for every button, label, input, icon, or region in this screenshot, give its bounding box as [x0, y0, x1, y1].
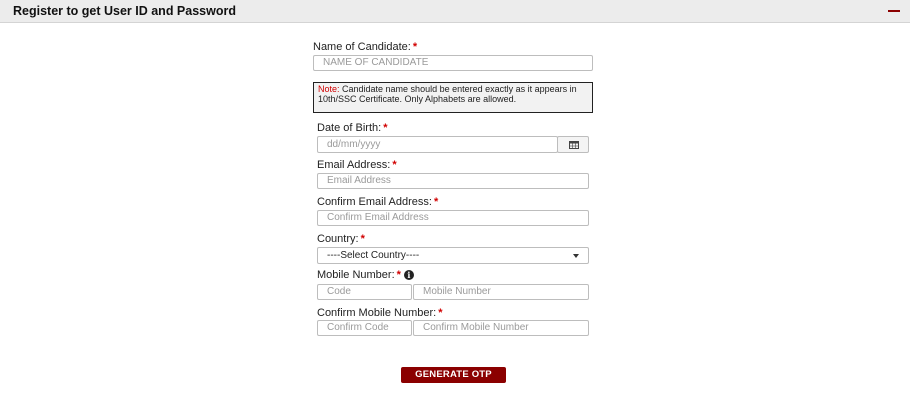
candidate-name-label: Name of Candidate: *: [313, 41, 417, 53]
country-select[interactable]: ----Select Country----: [317, 247, 589, 264]
collapse-minus-icon[interactable]: [886, 1, 902, 21]
panel-header: Register to get User ID and Password: [0, 0, 910, 23]
confirm-email-label: Confirm Email Address: *: [317, 196, 438, 208]
mobile-code-input[interactable]: Code: [317, 284, 412, 300]
country-label-text: Country:: [317, 233, 359, 245]
generate-otp-button[interactable]: GENERATE OTP: [401, 367, 506, 383]
required-asterisk: *: [433, 196, 439, 208]
calendar-icon: [569, 141, 579, 149]
chevron-down-icon: [573, 254, 579, 258]
required-asterisk: *: [396, 269, 401, 281]
candidate-name-input[interactable]: NAME OF CANDIDATE: [313, 55, 593, 71]
panel-title: Register to get User ID and Password: [13, 4, 236, 18]
candidate-name-label-text: Name of Candidate:: [313, 41, 411, 53]
dob-label: Date of Birth: *: [317, 122, 387, 134]
required-asterisk: *: [392, 159, 397, 171]
confirm-mobile-code-input[interactable]: Confirm Code: [317, 320, 412, 336]
email-input[interactable]: Email Address: [317, 173, 589, 189]
info-icon[interactable]: i: [403, 270, 414, 280]
dob-input[interactable]: dd/mm/yyyy: [317, 136, 558, 153]
confirm-email-input[interactable]: Confirm Email Address: [317, 210, 589, 226]
country-selected-value: ----Select Country----: [327, 250, 420, 261]
required-asterisk: *: [438, 307, 443, 319]
confirm-email-label-text: Confirm Email Address:: [317, 196, 432, 208]
confirm-mobile-label-text: Confirm Mobile Number:: [317, 307, 437, 319]
confirm-mobile-label: Confirm Mobile Number: *: [317, 307, 442, 319]
calendar-button[interactable]: [557, 136, 589, 153]
name-note: Note: Candidate name should be entered e…: [313, 82, 593, 113]
dob-label-text: Date of Birth:: [317, 122, 382, 134]
note-text: Candidate name should be entered exactly…: [318, 84, 577, 104]
country-label: Country: *: [317, 233, 365, 245]
required-asterisk: *: [412, 41, 418, 53]
required-asterisk: *: [383, 122, 388, 134]
mobile-number-input[interactable]: Mobile Number: [413, 284, 589, 300]
mobile-label: Mobile Number: * i: [317, 269, 414, 281]
email-label: Email Address: *: [317, 159, 397, 171]
required-asterisk: *: [360, 233, 365, 245]
email-label-text: Email Address:: [317, 159, 391, 171]
note-label: Note:: [318, 84, 340, 94]
mobile-label-text: Mobile Number:: [317, 269, 395, 281]
confirm-mobile-number-input[interactable]: Confirm Mobile Number: [413, 320, 589, 336]
